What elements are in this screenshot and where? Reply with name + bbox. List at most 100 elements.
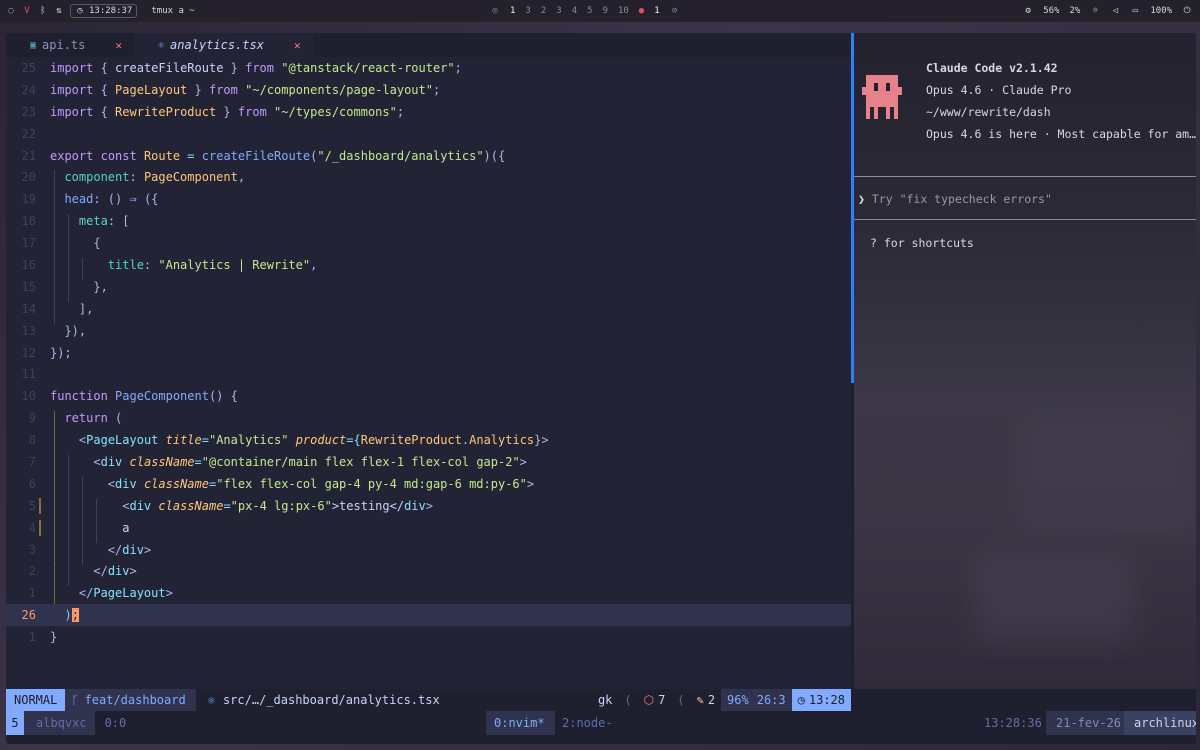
line-number: 19 (21, 192, 36, 207)
cursor-position: 96% 26:3 (721, 689, 792, 711)
code-line[interactable]: 11 (6, 363, 851, 385)
clock-icon: ◷ (797, 693, 805, 707)
line-number: 12 (21, 345, 36, 360)
code-line[interactable]: 21 export const Route = createFileRoute("… (6, 145, 851, 167)
prompt-input[interactable]: ❯ Try "fix typecheck errors" (858, 192, 1052, 206)
line-number: 18 (21, 214, 36, 229)
tmux-time: 13:28:36 (984, 716, 1042, 730)
line-number: 7 (28, 454, 36, 469)
line-number: 11 (21, 367, 36, 382)
mute-icon[interactable]: ⊘ (670, 6, 680, 16)
code-line[interactable]: 7 <div className="@container/main flex f… (6, 451, 851, 477)
tab-label: api.ts (42, 38, 86, 52)
separator-icon: ⟨ (624, 693, 632, 707)
code-line[interactable]: 12}); (6, 342, 851, 364)
line-number: 14 (21, 301, 36, 316)
workspace-4[interactable]: 4 (572, 6, 577, 16)
code-line[interactable]: 14 ], (6, 298, 851, 324)
code-line[interactable]: 9 return ( (6, 407, 851, 434)
workspace-10[interactable]: 10 (618, 6, 629, 16)
code-line[interactable]: 1} (6, 626, 851, 648)
network-icon[interactable]: ⇅ (54, 6, 64, 16)
code-area[interactable]: 25 import { createFileRoute } from "@tans… (6, 57, 851, 648)
git-branch[interactable]: ᚴ feat/dashboard (65, 689, 196, 711)
battery-level: 100% (1150, 6, 1172, 16)
bluetooth-icon[interactable]: ᛒ (38, 6, 48, 16)
code-line[interactable]: 17 { (6, 232, 851, 259)
diagnostic-count[interactable]: ⬡ 7 (638, 689, 672, 711)
code-line[interactable]: 15 }, (6, 276, 851, 302)
code-line[interactable]: 4 a (6, 517, 851, 543)
workspace-3[interactable]: 3 (525, 6, 530, 16)
tmux-window-nvim[interactable]: 0:nvim* (486, 711, 555, 735)
workspace-indicator-icon[interactable]: ◎ (490, 6, 500, 16)
line-number: 8 (28, 433, 36, 448)
workspace-2[interactable]: 2 (541, 6, 546, 16)
buffer-tabs: ▣ api.ts ✕ ⚛ analytics.tsx ✕ (6, 33, 851, 57)
code-line[interactable]: 18 meta: [ (6, 210, 851, 237)
tab-label: analytics.tsx (170, 38, 264, 52)
prompt-placeholder: Try "fix typecheck errors" (871, 192, 1052, 206)
code-line[interactable]: 22 (6, 123, 851, 145)
vscode-icon[interactable]: V (22, 6, 32, 16)
code-line[interactable]: 13 }), (6, 320, 851, 342)
power-icon[interactable]: ⏻ (1182, 6, 1192, 16)
line-number: 25 (21, 60, 36, 75)
line-number: 26 (21, 608, 36, 623)
code-line[interactable]: 8 <PageLayout title="Analytics" product=… (6, 429, 851, 456)
gk-indicator: gk (597, 693, 613, 707)
gear-icon[interactable]: ⚙ (1023, 6, 1033, 16)
workspace-3b[interactable]: 3 (556, 6, 561, 16)
claude-plan: Opus 4.6 · Claude Pro (926, 83, 1072, 97)
topbar-clock[interactable]: ◷ 13:28:37 (70, 4, 138, 18)
tab-analytics-tsx[interactable]: ⚛ analytics.tsx ✕ (134, 33, 313, 57)
code-line[interactable]: 1 </PageLayout> (6, 582, 851, 609)
react-icon: ⚛ (158, 39, 165, 51)
code-line[interactable]: 20 component: PageComponent, (6, 166, 851, 193)
terminal-window: ▣ api.ts ✕ ⚛ analytics.tsx ✕ 25 import { … (6, 33, 1196, 744)
workspace-list: ◎ 1 3 2 3 4 5 9 10 ● 1 ⊘ (490, 6, 680, 16)
close-icon[interactable]: ✕ (115, 39, 122, 52)
notification-count[interactable]: 1 (654, 6, 659, 16)
react-icon: ⚛ (207, 693, 215, 707)
line-number: 9 (28, 411, 36, 426)
code-line[interactable]: 2 </div> (6, 560, 851, 587)
code-line[interactable]: 23 import { RewriteProduct } from "~/type… (6, 101, 851, 123)
workspace-1[interactable]: 1 (510, 6, 515, 16)
clock-icon: ◷ (77, 6, 83, 16)
code-line[interactable]: 24 import { PageLayout } from "~/componen… (6, 79, 851, 101)
workspace-5[interactable]: 5 (587, 6, 592, 16)
claude-cwd: ~/www/rewrite/dash (926, 105, 1051, 119)
line-number: 4 (28, 520, 36, 535)
typescript-icon: ▣ (30, 39, 37, 51)
nvim-statusline: NORMAL ᚴ feat/dashboard ⚛ src/…/_dashboard… (6, 689, 851, 711)
mem-usage: 2% (1069, 6, 1081, 16)
close-icon[interactable]: ✕ (294, 39, 301, 52)
code-line[interactable]: 6 <div className="flex flex-col gap-4 py… (6, 473, 851, 499)
code-line[interactable]: 16 title: "Analytics | Rewrite", (6, 254, 851, 280)
code-line[interactable]: 19 head: () ⇒ ({ (6, 188, 851, 215)
tmux-statusbar: 5 albqvxc 0:0 0:nvim* 2:node- 13:28:36 2… (6, 711, 1196, 735)
tmux-window-title: tmux a ~ (151, 6, 195, 16)
workspace-9[interactable]: 9 (603, 6, 608, 16)
tmux-session[interactable]: 5 (6, 711, 24, 735)
volume-icon[interactable]: ◁ (1110, 6, 1120, 16)
divider (854, 219, 1196, 220)
code-line[interactable]: 10 function PageComponent() { (6, 385, 851, 407)
file-path[interactable]: ⚛ src/…/_dashboard/analytics.tsx (196, 693, 440, 707)
code-line[interactable]: 25 import { createFileRoute } from "@tans… (6, 57, 851, 79)
status-time: ◷ 13:28 (791, 689, 851, 711)
wifi-icon[interactable]: ◌ (6, 6, 16, 16)
line-number: 16 (21, 257, 36, 272)
claude-code-pane[interactable]: Claude Code v2.1.42 Opus 4.6 · Claude Pr… (854, 33, 1196, 689)
tab-api-ts[interactable]: ▣ api.ts ✕ (6, 33, 134, 57)
code-line[interactable]: 5 <div className="px-4 lg:px-6">testing<… (6, 495, 851, 521)
code-line-current[interactable]: 26 ); (6, 604, 851, 627)
tmux-hostname: archlinux (1124, 711, 1196, 735)
todo-count[interactable]: ✎ 2 (691, 689, 721, 711)
tmux-window-node[interactable]: 2:node- (554, 711, 621, 735)
code-line[interactable]: 3 </div> (6, 539, 851, 565)
mode-indicator: NORMAL (6, 689, 66, 711)
note-icon: ✎ (696, 693, 704, 707)
neovim-editor: ▣ api.ts ✕ ⚛ analytics.tsx ✕ 25 import { … (6, 33, 851, 689)
